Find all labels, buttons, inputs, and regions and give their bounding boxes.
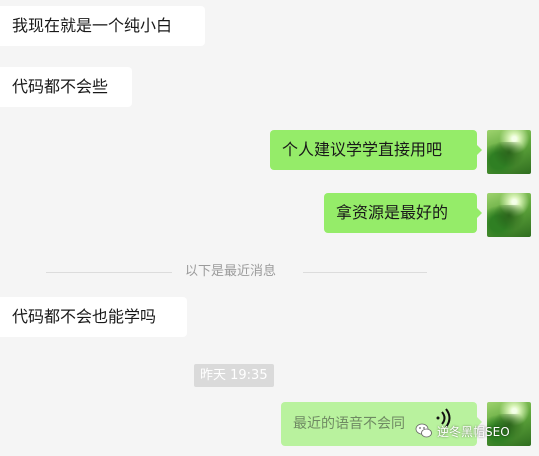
- message-text: 代码都不会也能学吗: [12, 307, 157, 326]
- message-text: 最近的语音不会同: [293, 416, 405, 432]
- divider-line-right: [303, 272, 427, 273]
- timestamp-badge: 昨天 19:35: [194, 364, 274, 387]
- forest-avatar-icon[interactable]: [487, 402, 531, 446]
- forest-avatar-icon[interactable]: [487, 130, 531, 174]
- voice-wave-icon: [436, 408, 451, 428]
- message-outgoing-2[interactable]: 拿资源是最好的: [324, 193, 482, 233]
- message-text: 个人建议学学直接用吧: [282, 140, 443, 159]
- recent-messages-divider: 以下是最近消息: [185, 264, 277, 279]
- message-text: 拿资源是最好的: [336, 203, 449, 222]
- message-incoming-3[interactable]: 代码都不会也能学吗: [0, 297, 187, 337]
- forest-avatar-icon[interactable]: [487, 193, 531, 237]
- divider-line-left: [46, 272, 172, 273]
- message-incoming-1[interactable]: 我现在就是一个纯小白: [0, 6, 205, 46]
- message-text: 代码都不会些: [12, 77, 109, 96]
- message-incoming-2[interactable]: 代码都不会些: [0, 67, 132, 107]
- message-outgoing-1[interactable]: 个人建议学学直接用吧: [270, 130, 482, 170]
- message-text: 我现在就是一个纯小白: [12, 16, 173, 35]
